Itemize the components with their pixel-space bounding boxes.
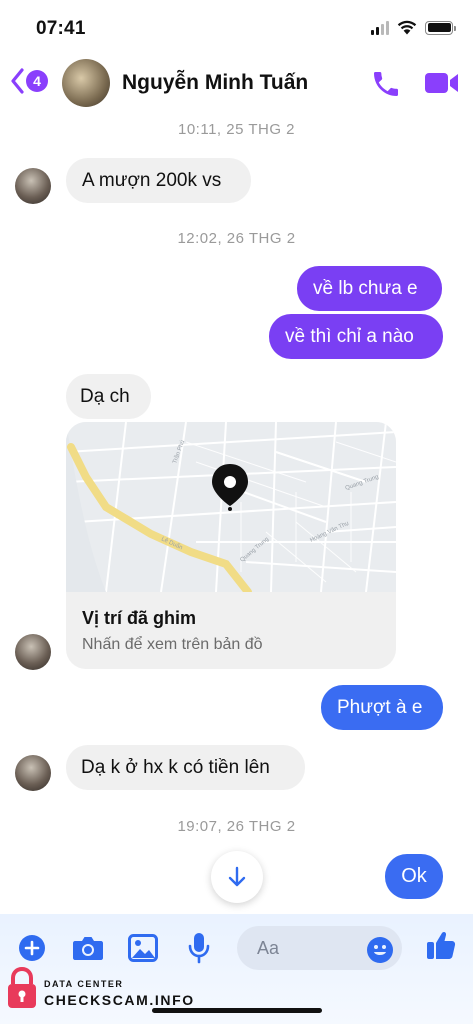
message-text: Ok bbox=[401, 865, 427, 887]
thumbs-up-icon[interactable] bbox=[425, 929, 457, 961]
video-camera-icon[interactable] bbox=[424, 69, 460, 97]
battery-icon bbox=[425, 20, 456, 35]
scroll-to-bottom-button[interactable] bbox=[211, 851, 263, 903]
sender-avatar[interactable] bbox=[15, 755, 51, 791]
message-bubble-incoming[interactable]: A mượn 200k vs bbox=[66, 158, 251, 203]
status-icons bbox=[371, 20, 456, 35]
message-bubble-outgoing[interactable]: về thì chỉ a nào bbox=[269, 314, 443, 359]
watermark-line2: CHECKSCAM.INFO bbox=[44, 992, 195, 1008]
status-time: 07:41 bbox=[36, 18, 86, 39]
timestamp: 12:02, 26 THG 2 bbox=[177, 230, 296, 247]
sender-avatar[interactable] bbox=[15, 168, 51, 204]
message-text: A mượn 200k vs bbox=[82, 169, 222, 191]
arrow-down-icon bbox=[228, 866, 246, 887]
message-text: về thì chỉ a nào bbox=[285, 325, 414, 347]
microphone-icon[interactable] bbox=[187, 932, 211, 964]
emoji-icon[interactable] bbox=[366, 936, 394, 964]
message-bubble-outgoing[interactable]: về lb chưa e bbox=[297, 266, 442, 311]
message-text: về lb chưa e bbox=[313, 277, 418, 299]
cellular-signal-icon bbox=[371, 20, 389, 35]
chat-header: 4 Nguyễn Minh Tuấn bbox=[0, 52, 473, 114]
plus-icon[interactable] bbox=[18, 934, 46, 962]
contact-avatar[interactable] bbox=[62, 59, 110, 107]
message-bubble-outgoing[interactable]: Ok bbox=[385, 854, 443, 899]
camera-icon[interactable] bbox=[72, 935, 104, 961]
timestamp: 10:11, 25 THG 2 bbox=[177, 121, 295, 138]
sender-avatar[interactable] bbox=[15, 634, 51, 670]
map-title: Vị trí đã ghim bbox=[82, 608, 197, 628]
wifi-icon bbox=[397, 20, 417, 35]
watermark-line1: DATA CENTER bbox=[44, 979, 124, 989]
back-chevron-icon bbox=[11, 68, 24, 94]
message-text: Dạ k ở hx k có tiền lên bbox=[81, 756, 270, 778]
unread-count-badge: 4 bbox=[26, 70, 48, 92]
location-map-card[interactable]: Trần Phú Lê Duẩn Quang Trung Quang Trung… bbox=[66, 422, 396, 669]
contact-name[interactable]: Nguyễn Minh Tuấn bbox=[122, 71, 308, 95]
lock-icon bbox=[8, 966, 36, 1008]
back-button[interactable]: 4 bbox=[10, 68, 48, 94]
message-bubble-incoming[interactable]: Dạ ch bbox=[66, 374, 151, 419]
home-indicator bbox=[152, 1008, 322, 1013]
timestamp: 19:07, 26 THG 2 bbox=[177, 818, 296, 835]
map-subtitle: Nhấn để xem trên bản đồ bbox=[82, 636, 263, 653]
message-input-placeholder: Aa bbox=[257, 937, 280, 958]
message-bubble-outgoing[interactable]: Phượt à e bbox=[321, 685, 443, 730]
message-text: Phượt à e bbox=[337, 696, 423, 718]
status-bar: 07:41 bbox=[0, 0, 473, 52]
message-bubble-incoming[interactable]: Dạ k ở hx k có tiền lên bbox=[66, 745, 305, 790]
message-text: Dạ ch bbox=[80, 385, 130, 407]
phone-icon[interactable] bbox=[370, 68, 402, 100]
map-preview: Trần Phú Lê Duẩn Quang Trung Quang Trung… bbox=[66, 422, 396, 592]
image-icon[interactable] bbox=[128, 934, 158, 962]
